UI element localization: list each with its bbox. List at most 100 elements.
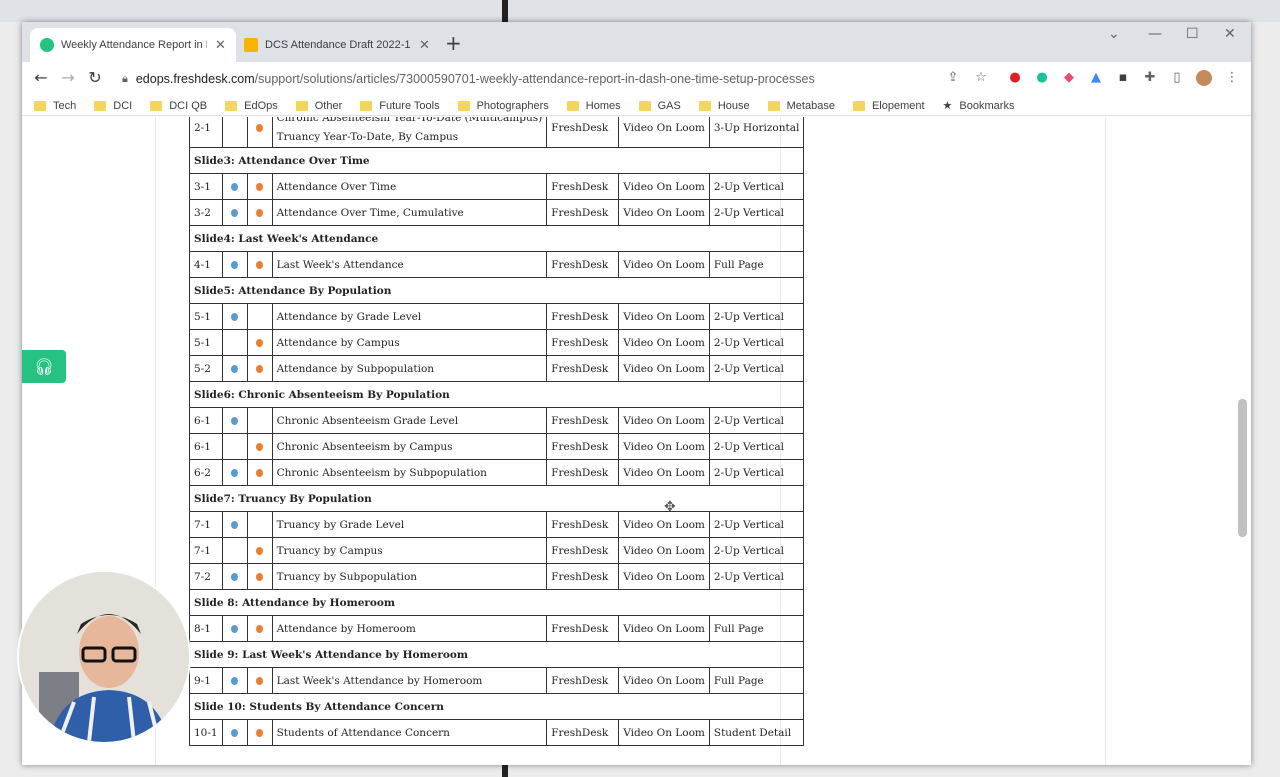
- table-row: 7-1 Truancy by Grade Level FreshDesk Video …: [189, 511, 805, 538]
- bookmark-label: Homes: [585, 99, 621, 112]
- close-window-button[interactable]: ✕: [1224, 26, 1236, 42]
- report-name: Attendance by Campus: [271, 329, 548, 356]
- shield-extension-icon[interactable]: ◆: [1061, 70, 1077, 86]
- tab-title: Weekly Attendance Report in Da: [61, 39, 207, 51]
- source-link: FreshDesk: [546, 251, 620, 278]
- orange-dot-cell: [246, 719, 273, 746]
- slides-table: 2-1 Chronic Absenteeism Year-To-Date (Mul…: [188, 117, 805, 746]
- tab-weekly-attendance[interactable]: Weekly Attendance Report in Da ✕: [30, 28, 236, 62]
- slide-number: 10-1: [189, 719, 223, 746]
- address-bar[interactable]: 🔒︎ edops.freshdesk.com/support/solutions…: [122, 65, 815, 93]
- orange-dot-cell: [246, 199, 273, 226]
- back-arrow-icon[interactable]: ←: [30, 68, 52, 87]
- video-link: Video On Loom: [618, 563, 710, 590]
- folder-icon: [457, 100, 470, 111]
- layout-cell: 2-Up Vertical: [708, 511, 805, 538]
- section-title: Slide3: Attendance Over Time: [188, 147, 805, 174]
- slide-number: 6-2: [189, 459, 223, 486]
- bookmark-label: Future Tools: [379, 99, 440, 112]
- slide-number: 5-2: [189, 355, 223, 382]
- forward-arrow-icon[interactable]: →: [57, 68, 79, 87]
- source-link: FreshDesk: [546, 407, 620, 434]
- grammarly-extension-icon[interactable]: ●: [1034, 70, 1050, 86]
- bookmark-photographers[interactable]: Photographers: [457, 99, 549, 112]
- scrollbar-thumb[interactable]: [1238, 399, 1247, 537]
- reload-icon[interactable]: ↻: [84, 68, 106, 87]
- lock-icon: 🔒︎: [122, 72, 128, 85]
- video-link: Video On Loom: [618, 251, 710, 278]
- blue-dot-cell: [221, 615, 248, 642]
- bookmark-dci[interactable]: DCI: [94, 100, 132, 112]
- bookmark-homes[interactable]: Homes: [566, 99, 621, 112]
- background-titlebar: [0, 0, 1280, 22]
- report-name: Chronic Absenteeism Year-To-Date (Multic…: [271, 117, 548, 148]
- blue-dot-cell: [221, 459, 248, 486]
- page-content: 🎧︎ 2-1 Chronic Absenteeism Year-To-Date (…: [22, 117, 1251, 765]
- minimize-button[interactable]: —: [1148, 26, 1162, 42]
- dots-extension-icon[interactable]: ▪: [1115, 70, 1131, 86]
- section-row: Slide7: Truancy By Population: [188, 485, 805, 512]
- source-link: FreshDesk: [546, 329, 620, 356]
- close-tab-icon[interactable]: ✕: [215, 38, 226, 53]
- orange-dot-cell: [246, 537, 273, 564]
- section-title: Slide5: Attendance By Population: [188, 277, 805, 304]
- drive-extension-icon[interactable]: ▲: [1088, 70, 1104, 86]
- blue-dot-icon: [231, 416, 239, 425]
- bookmark-other[interactable]: Other: [295, 100, 342, 112]
- section-title: Slide 10: Students By Attendance Concern: [188, 693, 805, 720]
- headset-help-icon[interactable]: 🎧︎: [22, 350, 66, 383]
- orange-dot-cell: [246, 251, 273, 278]
- menu-kebab-icon[interactable]: ⋮: [1224, 70, 1240, 86]
- table-row: 6-1 Chronic Absenteeism by Campus FreshDes…: [189, 433, 805, 460]
- section-row: Slide6: Chronic Absenteeism By Populatio…: [188, 381, 805, 408]
- section-row: Slide3: Attendance Over Time: [188, 147, 805, 174]
- report-name: Truancy by Campus: [271, 537, 548, 564]
- section-title: Slide7: Truancy By Population: [188, 485, 805, 512]
- source-link: FreshDesk: [546, 199, 620, 226]
- source-link: FreshDesk: [546, 117, 620, 148]
- layout-cell: 2-Up Vertical: [708, 537, 805, 564]
- slide-number: 5-1: [189, 303, 223, 330]
- profile-avatar[interactable]: [1196, 70, 1212, 86]
- report-name: Attendance by Subpopulation: [271, 355, 548, 382]
- video-link: Video On Loom: [618, 329, 710, 356]
- opera-extension-icon[interactable]: ●: [1007, 70, 1023, 86]
- report-name: Chronic Absenteeism by Subpopulation: [271, 459, 548, 486]
- bookmark-edops[interactable]: EdOps: [225, 100, 278, 112]
- bookmark-dci-qb[interactable]: DCI QB: [150, 100, 207, 112]
- blue-dot-cell: [221, 563, 248, 590]
- section-row: Slide 9: Last Week's Attendance by Homer…: [188, 641, 805, 668]
- source-link: FreshDesk: [546, 459, 620, 486]
- table-row: 9-1 Last Week's Attendance by Homeroom Fre…: [189, 667, 805, 694]
- orange-dot-icon: [256, 182, 264, 191]
- orange-dot-cell: [246, 563, 273, 590]
- folder-icon: [698, 100, 711, 111]
- layout-cell: 2-Up Vertical: [708, 329, 805, 356]
- source-link: FreshDesk: [546, 433, 620, 460]
- maximize-button[interactable]: ☐: [1186, 26, 1199, 42]
- bookmark-house[interactable]: House: [698, 100, 750, 112]
- tab-title: DCS Attendance Draft 2022-12-0: [265, 39, 411, 51]
- bookmark-bookmarks[interactable]: ★ Bookmarks: [943, 99, 1015, 113]
- blue-dot-cell: [221, 433, 248, 460]
- orange-dot-cell: [246, 355, 273, 382]
- source-link: FreshDesk: [546, 173, 620, 200]
- layout-cell: Full Page: [708, 667, 805, 694]
- bookmark-future-tools[interactable]: Future Tools: [360, 99, 440, 112]
- puzzle-extensions-icon[interactable]: ✚: [1142, 70, 1158, 86]
- share-icon[interactable]: ⇪: [945, 70, 961, 86]
- layout-cell: 2-Up Vertical: [708, 459, 805, 486]
- new-tab-button[interactable]: +: [445, 31, 462, 55]
- sidebar-icon[interactable]: ▯: [1169, 70, 1185, 86]
- bookmark-elopement[interactable]: Elopement: [852, 100, 925, 112]
- tab-search-icon[interactable]: ⌄: [1108, 26, 1120, 42]
- slide-number: 4-1: [189, 251, 223, 278]
- bookmark-star-icon[interactable]: ☆: [973, 70, 989, 86]
- tab-dcs-attendance-draft[interactable]: DCS Attendance Draft 2022-12-0 ✕: [234, 28, 440, 62]
- folder-icon: [295, 100, 308, 111]
- bookmark-gas[interactable]: GAS: [638, 100, 681, 112]
- bookmark-metabase[interactable]: Metabase: [767, 100, 835, 112]
- bookmark-tech[interactable]: Tech: [34, 100, 76, 112]
- bookmark-label: Photographers: [476, 99, 549, 112]
- close-tab-icon[interactable]: ✕: [419, 38, 430, 53]
